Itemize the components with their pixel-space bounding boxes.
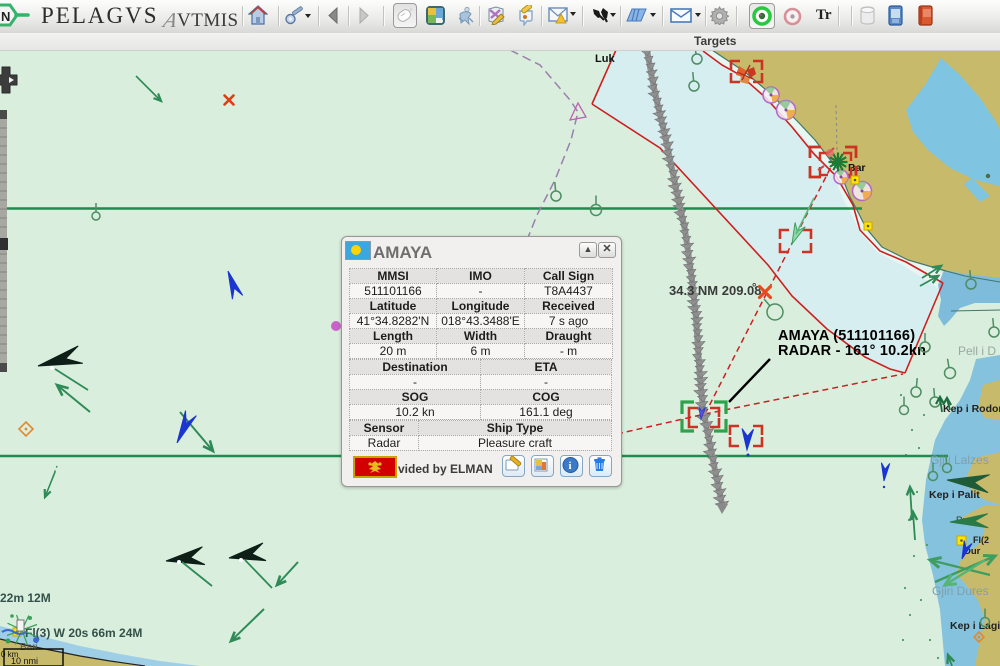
svg-text:Fl(2: Fl(2 [973,535,989,545]
svg-text:22m 12M: 22m 12M [0,591,51,605]
svg-text:Gji i Lalzes: Gji i Lalzes [930,453,989,467]
svg-text:Fl(3) W 20s 66m 24M: Fl(3) W 20s 66m 24M [25,626,142,640]
svg-text:°: ° [752,282,756,294]
svg-text:Kep i Palit: Kep i Palit [929,489,980,501]
svg-text:i: i [569,460,572,472]
svg-text:10 nmi: 10 nmi [11,656,38,666]
svg-text:AMAYA (511101166): AMAYA (511101166) [778,328,915,344]
svg-text:Gjiri Dures: Gjiri Dures [932,584,989,598]
svg-text:Luk: Luk [595,53,615,65]
svg-text:N: N [1,9,10,24]
svg-text:Pell i D: Pell i D [958,344,996,358]
svg-text:Kep i Lagi: Kep i Lagi [950,620,1000,632]
svg-text:Kep i Rodon: Kep i Rodon [943,403,1000,415]
svg-text:Bari: Bari [20,642,38,653]
svg-text:34.3 NM 209.08: 34.3 NM 209.08 [669,283,762,298]
svg-text:RADAR - 161° 10.2kn: RADAR - 161° 10.2kn [778,343,926,359]
